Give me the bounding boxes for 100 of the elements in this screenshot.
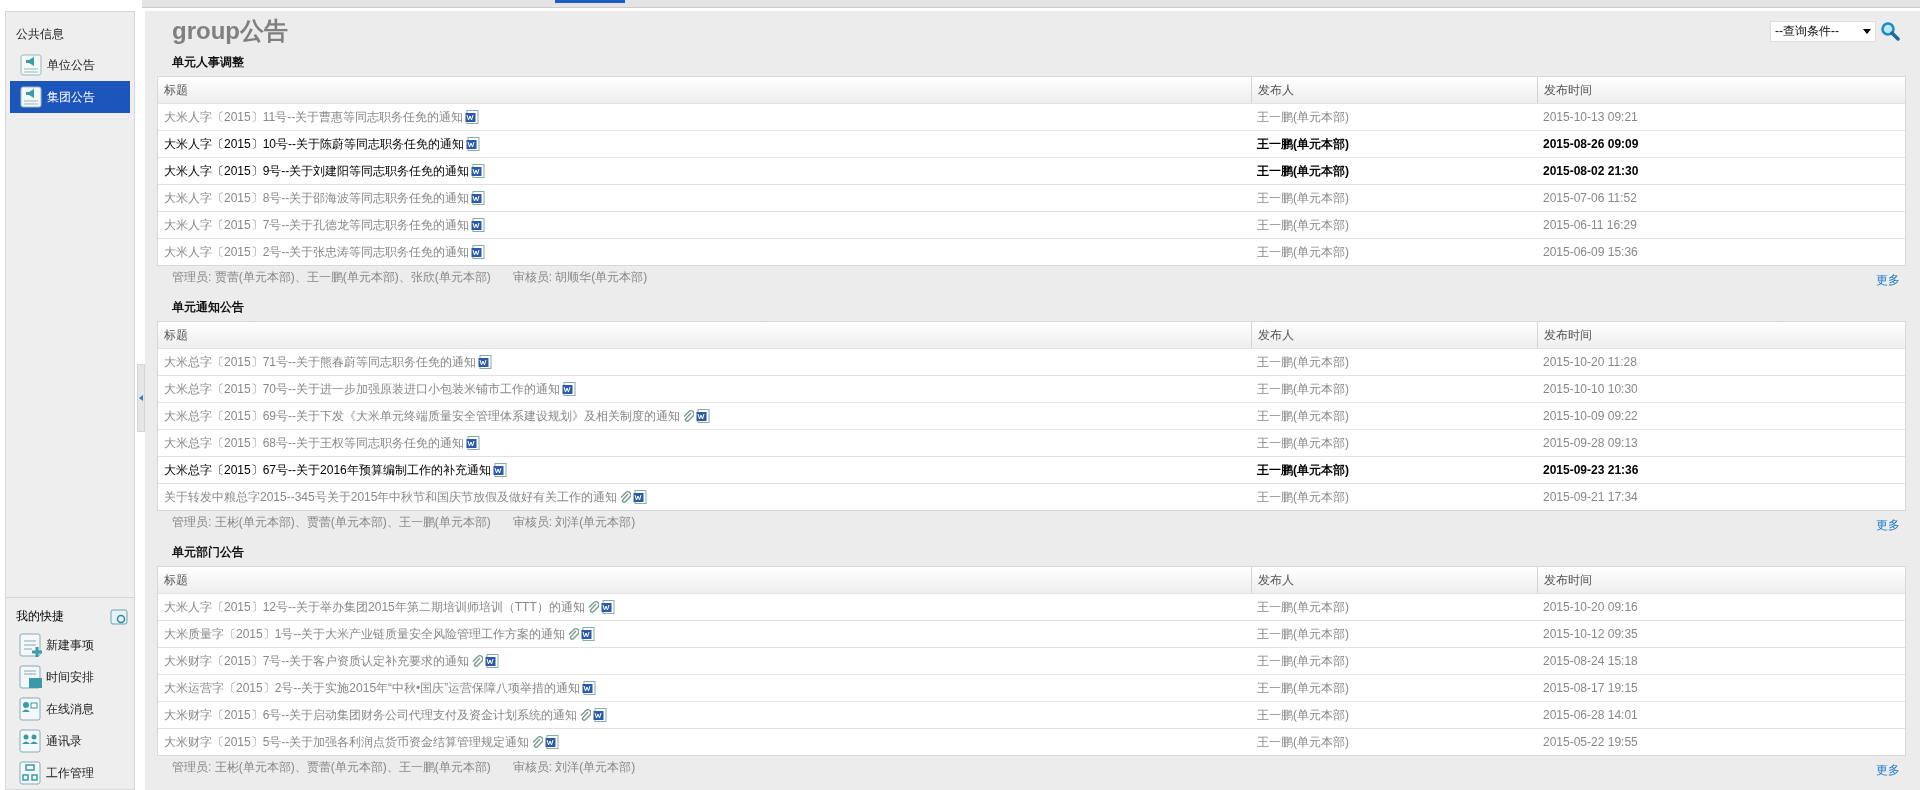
sidebar-item[interactable]: 单位公告 [10,49,130,81]
more-link[interactable]: 更多 [1876,761,1900,779]
time-cell-text: 2015-08-17 19:15 [1542,680,1639,697]
publisher-cell-text: 王一鹏(单元本部) [1256,652,1350,670]
column-header: 发布时间 [1537,77,1905,103]
reviewer-text: 审核员: 刘洋(单元本部) [512,758,636,776]
notice-link[interactable]: 大米总字〔2015〕70号--关于进一步加强原装进口小包装米铺市工作的通知 [164,380,561,398]
calendar-icon [18,664,44,690]
column-header: 标题 [163,571,189,589]
paperclip-icon [619,490,632,504]
publisher-cell-text: 王一鹏(单元本部) [1256,108,1350,126]
sidebar-item[interactable]: 集团公告 [10,81,130,113]
megaphone-icon [20,86,42,108]
shortcut-item[interactable]: 通讯录 [6,725,134,757]
column-header: 发布人 [1251,77,1537,103]
notice-link[interactable]: 大米人字〔2015〕8号--关于邵海波等同志职务任免的通知 [164,189,470,207]
publisher-cell-text: 王一鹏(单元本部) [1256,189,1350,207]
collapse-handle[interactable] [137,364,145,432]
contact-card-icon [18,696,44,722]
column-header: 标题 [163,81,189,99]
word-document-icon [581,627,596,641]
notice-link[interactable]: 大米人字〔2015〕10号--关于陈蔚等同志职务任免的通知 [164,135,465,153]
notice-link[interactable]: 大米人字〔2015〕2号--关于张忠涛等同志职务任免的通知 [164,243,470,261]
word-document-icon [471,164,486,178]
paperclip-icon [471,654,484,668]
notice-link[interactable]: 大米财字〔2015〕7号--关于客户资质认定补充要求的通知 [164,652,470,670]
shortcut-item[interactable]: 工作管理 [6,757,134,789]
word-document-icon [545,735,560,749]
time-cell-text: 2015-10-13 09:21 [1542,109,1639,126]
admin-list: 管理员: 王彬(单元本部)、贾蕾(单元本部)、王一鹏(单元本部) [172,758,491,776]
notice-link[interactable]: 大米总字〔2015〕71号--关于熊春蔚等同志职务任免的通知 [164,353,477,371]
word-document-icon [478,355,493,369]
word-document-icon [471,218,486,232]
publisher-cell-text: 王一鹏(单元本部) [1256,407,1350,425]
time-cell-text: 2015-09-28 09:13 [1542,435,1639,452]
word-document-icon [466,436,481,450]
publisher-cell-text: 王一鹏(单元本部) [1256,488,1350,506]
shortcuts-heading: 我的快捷 [16,608,64,625]
reviewer-text: 审核员: 胡顺华(单元本部) [512,268,648,286]
paperclip-icon [682,409,695,423]
word-document-icon [582,681,597,695]
publisher-cell-text: 王一鹏(单元本部) [1256,733,1350,751]
notice-link[interactable]: 大米财字〔2015〕6号--关于启动集团财务公司代理支付及资金计划系统的通知 [164,706,578,724]
paperclip-icon [567,627,580,641]
notice-link[interactable]: 大米财字〔2015〕5号--关于加强各利润点货币资金结算管理规定通知 [164,733,530,751]
section-heading: 单元人事调整 [171,54,245,71]
more-link[interactable]: 更多 [1876,516,1900,534]
word-document-icon [562,382,577,396]
column-header: 发布时间 [1537,567,1905,593]
settings-icon[interactable] [110,608,128,625]
people-icon [18,728,44,754]
time-cell-text: 2015-10-20 11:28 [1542,354,1638,371]
time-cell-text: 2015-10-20 09:16 [1542,599,1639,616]
publisher-cell-text: 王一鹏(单元本部) [1256,135,1350,153]
clipboard-plus-icon [18,632,44,658]
notice-link[interactable]: 大米人字〔2015〕9号--关于刘建阳等同志职务任免的通知 [164,162,470,180]
admin-list: 管理员: 王彬(单元本部)、贾蕾(单元本部)、王一鹏(单元本部) [172,513,491,531]
shortcut-item[interactable]: 在线消息 [6,693,134,725]
notice-link[interactable]: 关于转发中粮总字2015--345号关于2015年中秋节和国庆节放假及做好有关工作的通知 [164,488,618,506]
publisher-cell-text: 王一鹏(单元本部) [1256,353,1350,371]
word-document-icon [465,110,480,124]
word-document-icon [633,490,648,504]
caret-icon [1863,28,1871,34]
notice-link[interactable]: 大米质量字〔2015〕1号--关于大米产业链质量安全风险管理工作方案的通知 [164,625,566,643]
publisher-cell-text: 王一鹏(单元本部) [1256,625,1350,643]
publisher-cell-text: 王一鹏(单元本部) [1256,434,1350,452]
publisher-cell-text: 王一鹏(单元本部) [1256,216,1350,234]
time-cell-text: 2015-07-06 11:52 [1542,190,1638,207]
caret-icon [139,395,143,401]
column-header: 标题 [163,326,189,344]
word-document-icon [466,137,481,151]
notice-link[interactable]: 大米运营字〔2015〕2号--关于实施2015年“中秋•国庆”运营保障八项举措的通知 [164,679,581,697]
section-heading: 单元通知公告 [171,299,245,316]
notice-link[interactable]: 大米人字〔2015〕12号--关于举办集团2015年第二期培训师培训（TTT）的通知 [164,598,585,616]
time-cell-text: 2015-06-11 16:29 [1542,217,1638,234]
word-document-icon [696,409,711,423]
more-link[interactable]: 更多 [1876,271,1900,289]
shortcut-item[interactable]: 时间安排 [6,661,134,693]
time-cell-text: 2015-05-22 19:55 [1542,734,1639,751]
admin-list: 管理员: 贾蕾(单元本部)、王一鹏(单元本部)、张欣(单元本部) [172,268,491,286]
paperclip-icon [586,600,599,614]
notice-link[interactable]: 大米总字〔2015〕68号--关于王权等同志职务任免的通知 [164,434,465,452]
sidebar-heading: 公共信息 [15,26,65,43]
search-icon[interactable] [1880,21,1900,41]
time-cell-text: 2015-10-09 09:22 [1542,408,1639,425]
shortcut-item[interactable]: 新建事项 [6,629,134,661]
time-cell-text: 2015-06-09 15:36 [1542,244,1639,261]
column-header: 发布时间 [1537,322,1905,348]
time-cell-text: 2015-09-21 17:34 [1542,489,1639,506]
publisher-cell-text: 王一鹏(单元本部) [1256,243,1350,261]
word-document-icon [600,600,615,614]
paperclip-icon [579,708,592,722]
notice-link[interactable]: 大米总字〔2015〕67号--关于2016年预算编制工作的补充通知 [164,461,491,479]
notice-link[interactable]: 大米总字〔2015〕69号--关于下发《大米单元终端质量安全管理体系建设规划》及相关制度的通知 [164,407,681,425]
column-header: 发布人 [1251,322,1537,348]
query-dropdown[interactable]: --查询条件-- [1770,20,1876,42]
publisher-cell-text: 王一鹏(单元本部) [1256,706,1350,724]
notice-link[interactable]: 大米人字〔2015〕7号--关于孔德龙等同志职务任免的通知 [164,216,470,234]
page-title: group公告 [172,16,288,46]
notice-link[interactable]: 大米人字〔2015〕11号--关于曹惠等同志职务任免的通知 [164,108,464,126]
